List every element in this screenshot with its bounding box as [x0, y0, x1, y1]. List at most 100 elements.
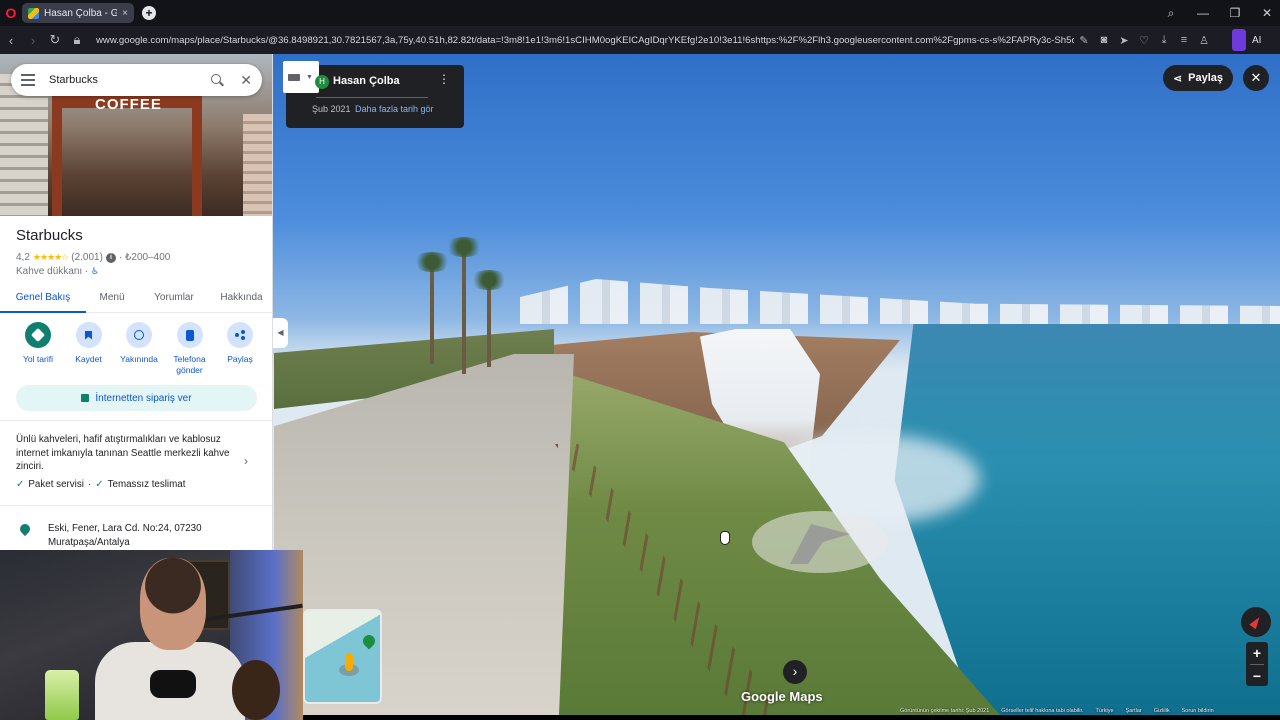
- extension-icon[interactable]: [1232, 29, 1246, 51]
- footer-country[interactable]: Türkiye: [1096, 708, 1114, 715]
- nearby-icon: [126, 322, 152, 348]
- more-dates-link[interactable]: Daha fazla tarih gör: [355, 104, 434, 114]
- tab-about[interactable]: Hakkında: [210, 283, 272, 313]
- url-field[interactable]: www.google.com/maps/place/Starbucks/@36.…: [96, 35, 1074, 46]
- close-window-icon[interactable]: ✕: [1260, 6, 1274, 20]
- maximize-icon[interactable]: ❐: [1228, 6, 1242, 20]
- collapse-panel-button[interactable]: ◀: [273, 318, 288, 348]
- zoom-out-button[interactable]: −: [1246, 665, 1268, 687]
- star-rating-icon: ★★★★☆: [32, 252, 69, 262]
- wheelchair-icon: ♿︎: [91, 266, 100, 276]
- browser-tab-active[interactable]: Hasan Çolba - Google Ha ×: [22, 3, 134, 23]
- minimize-icon[interactable]: —: [1196, 6, 1210, 20]
- nearby-button[interactable]: Yakınında: [115, 322, 163, 376]
- save-button[interactable]: Kaydet: [65, 322, 113, 376]
- view-mode-toggle[interactable]: ▼: [283, 61, 319, 93]
- place-category[interactable]: Kahve dükkanı ·: [16, 266, 88, 277]
- ai-button[interactable]: AI: [1228, 26, 1280, 54]
- browser-tabbar: O Hasan Çolba - Google Ha × + ⌕ — ❐ ✕: [0, 0, 1280, 26]
- webcam-guitar: [232, 660, 280, 720]
- directions-icon: [25, 322, 51, 348]
- address-bar: ‹ › ↻ 🔒︎ www.google.com/maps/place/Starb…: [0, 26, 1280, 54]
- directions-button[interactable]: Yol tarifi: [14, 322, 62, 376]
- more-options-icon[interactable]: ⋮: [438, 73, 450, 85]
- back-icon[interactable]: ‹: [0, 26, 22, 54]
- place-title: Starbucks: [16, 227, 83, 244]
- edit-icon[interactable]: ✎: [1078, 34, 1090, 47]
- address-line-1: Eski, Fener, Lara Cd. No:24, 07230: [48, 523, 202, 534]
- chevron-down-icon: ▼: [306, 73, 313, 81]
- review-count[interactable]: (2.001): [71, 252, 103, 263]
- ai-label: AI: [1252, 34, 1262, 46]
- tab-title: Hasan Çolba - Google Ha: [44, 7, 118, 19]
- google-maps-logo: Google Maps: [741, 689, 823, 704]
- footer-links: Görüntünün çekilme tarihi: Şub 2021 Görs…: [900, 708, 1280, 715]
- directions-label: Yol tarifi: [23, 354, 53, 364]
- section-divider: [0, 505, 272, 506]
- lock-icon[interactable]: 🔒︎: [66, 26, 88, 54]
- search-icon[interactable]: [210, 73, 224, 87]
- service-features: ✓ Paket servisi · ✓ Temassız teslimat: [16, 479, 185, 490]
- heart-icon[interactable]: ♡: [1138, 34, 1150, 47]
- close-icon[interactable]: ✕: [240, 72, 252, 89]
- zoom-control: + −: [1246, 642, 1268, 686]
- close-street-view-button[interactable]: ✕: [1243, 65, 1269, 91]
- pegman-icon[interactable]: [345, 653, 353, 671]
- tab-reviews[interactable]: Yorumlar: [138, 283, 210, 313]
- footer-report[interactable]: Sorun bildirin: [1182, 708, 1214, 715]
- webcam-microphone: [150, 670, 196, 698]
- photographer-name[interactable]: Hasan Çolba: [333, 75, 400, 87]
- order-online-button[interactable]: İnternetten sipariş ver: [16, 385, 257, 411]
- capture-date: Şub 2021: [312, 104, 351, 114]
- price-range: · ₺200–400: [118, 252, 171, 263]
- send-icon[interactable]: ➤: [1118, 34, 1130, 47]
- profile-icon[interactable]: ♙: [1198, 34, 1210, 47]
- opera-logo-icon[interactable]: O: [0, 0, 22, 26]
- share-place-button[interactable]: Paylaş: [216, 322, 264, 376]
- place-address[interactable]: Eski, Fener, Lara Cd. No:24, 07230 Murat…: [48, 522, 248, 549]
- check-icon: ✓: [16, 479, 25, 490]
- footer-privacy[interactable]: Gizlilik: [1154, 708, 1170, 715]
- place-tabs: Genel Bakış Menü Yorumlar Hakkında: [0, 283, 272, 313]
- reload-icon[interactable]: ↻: [44, 26, 66, 54]
- section-divider: [0, 420, 272, 421]
- info-icon[interactable]: i: [105, 252, 116, 263]
- category-row: Kahve dükkanı · ♿︎: [16, 266, 99, 277]
- next-image-button[interactable]: ›: [783, 660, 807, 684]
- webcam-person-head: [140, 558, 206, 650]
- tab-menu[interactable]: Menü: [86, 283, 138, 313]
- nearby-label: Yakınında: [120, 354, 158, 364]
- chevron-right-icon[interactable]: ›: [244, 454, 248, 468]
- new-tab-button[interactable]: +: [142, 6, 156, 20]
- forward-icon[interactable]: ›: [22, 26, 44, 54]
- palm-tree: [444, 237, 484, 374]
- footer-copyright: Görseller telif hakkına tabi olabilir.: [1001, 708, 1084, 714]
- palm-tree: [412, 252, 452, 364]
- footer-terms[interactable]: Şartlar: [1126, 708, 1142, 715]
- rating-value: 4,2: [16, 252, 30, 263]
- place-description[interactable]: Ünlü kahveleri, hafif atıştırmalıkları v…: [16, 433, 231, 474]
- search-tabs-icon[interactable]: ⌕: [1164, 6, 1178, 21]
- window-controls: ⌕ — ❐ ✕: [1164, 0, 1274, 26]
- footer-capture-date: Görüntünün çekilme tarihi: Şub 2021: [900, 708, 990, 714]
- list-icon[interactable]: ≡: [1178, 34, 1190, 46]
- minimap[interactable]: [303, 609, 382, 704]
- menu-icon[interactable]: [21, 74, 35, 86]
- photographer-avatar[interactable]: H: [315, 75, 329, 89]
- download-icon[interactable]: ⤓: [1158, 34, 1170, 47]
- bookmark-icon: [75, 322, 102, 348]
- search-input[interactable]: [49, 74, 189, 86]
- tab-close-icon[interactable]: ×: [122, 8, 128, 19]
- share-button[interactable]: ⋖ Paylaş: [1163, 65, 1233, 91]
- zoom-in-button[interactable]: +: [1246, 642, 1268, 664]
- feature-separator: ·: [87, 479, 92, 490]
- share-label: Paylaş: [1188, 72, 1224, 84]
- store-sign: COFFEE: [95, 96, 162, 113]
- tab-overview[interactable]: Genel Bakış: [0, 283, 86, 313]
- camera-icon[interactable]: ◙: [1098, 34, 1110, 46]
- address-line-2: Muratpaşa/Antalya: [48, 536, 130, 548]
- compass-icon[interactable]: [1241, 607, 1271, 637]
- place-panel: COFFEE ✕ Starbucks 4,2 ★★★★☆ (2.001) i ·…: [0, 54, 273, 550]
- hero-building-2: [243, 114, 272, 216]
- send-to-phone-button[interactable]: Telefona gönder: [166, 322, 214, 376]
